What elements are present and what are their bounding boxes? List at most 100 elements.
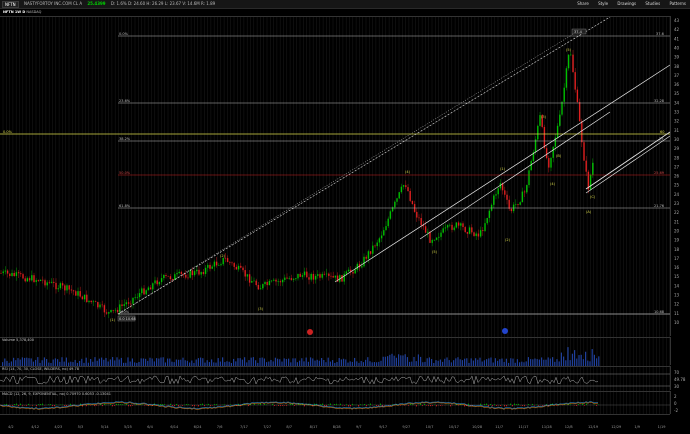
volume-value: 5,378,400 (16, 338, 34, 342)
date-label: 1/19 (658, 425, 666, 429)
drawings-button[interactable]: Drawings (617, 0, 636, 8)
wave-label: (1) (110, 318, 116, 322)
date-label: 1/9 (634, 425, 640, 429)
date-label: 11/17 (518, 425, 528, 429)
volume-axis (670, 337, 690, 365)
macd-title: MACD (12, 26, 9, EXPONENTIAL, no) 0.7097… (2, 392, 111, 396)
date-label: 4/2 (8, 425, 14, 429)
date-label: 6/14 (170, 425, 179, 429)
date-label: 10/17 (449, 425, 459, 429)
date-label: 8/28 (333, 425, 341, 429)
wave-label: (4) (405, 170, 411, 174)
fib-label-4: 61.8% (119, 204, 131, 208)
price-axis-label: 14 (674, 283, 680, 288)
price-axis-label: 32 (674, 119, 680, 124)
price-axis-label: 25 (674, 183, 680, 188)
price-axis-label: 36 (674, 82, 680, 87)
fib-label-1: 23.6% (119, 99, 131, 103)
fib-value-3: 25.69 (654, 171, 664, 175)
date-label: 6/24 (194, 425, 203, 429)
date-label: 11/7 (495, 425, 503, 429)
symbol-description: NASTYFORTOY INC.COM CL A (24, 0, 82, 8)
price-chart[interactable]: 0.0% 37.6 23.6% 32.28 38.2% 29 50.0% 25.… (0, 17, 670, 337)
price-axis-label: 34 (674, 100, 680, 105)
symbol-input[interactable]: NFTN (2, 1, 19, 8)
patterns-button[interactable]: Patterns (670, 0, 686, 8)
price-pane[interactable]: 0.0% 37.6 23.6% 32.28 38.2% 29 50.0% 25.… (0, 16, 670, 337)
horizontal-line[interactable]: 0.0% 60 (0, 130, 670, 134)
fib-value-5: 10.68 (654, 310, 664, 314)
price-axis-label: 41 (674, 36, 680, 41)
price-axis-label: 30 (674, 137, 680, 142)
price-axis-label: 22 (674, 210, 680, 215)
price-axis-label: 35 (674, 91, 680, 96)
wave-label: (B) (556, 154, 562, 158)
price-axis-label: 16 (674, 265, 680, 270)
rsi-pane[interactable]: RSI (14, 70, 30, CLOSE, WILDERS, no) 49.… (0, 366, 670, 391)
price-axis-label: 23 (674, 201, 680, 206)
date-label: 9/17 (379, 425, 387, 429)
wave-label: (C) (590, 195, 596, 199)
wave-label: (3) (258, 307, 264, 311)
date-label: 8/17 (310, 425, 318, 429)
date-label: 9/7 (356, 425, 362, 429)
macd-pane[interactable]: MACD (12, 26, 9, EXPONENTIAL, no) 0.7097… (0, 391, 670, 415)
rsi-chart (0, 367, 670, 391)
chart-toolbar: NFTN NASTYFORTOY INC.COM CL A 25.4399 D:… (0, 0, 690, 9)
price-axis-label: 31 (674, 128, 680, 133)
fib-value-0: 37.6 (656, 32, 664, 36)
price-axis-label: 24 (674, 192, 680, 197)
price-axis-label: 17 (674, 256, 680, 261)
macd-axis: 2 0 -2 (670, 391, 690, 414)
dividend-marker-icon[interactable] (502, 328, 508, 334)
price-axis-label: 39 (674, 55, 680, 60)
price-axis-label: 18 (674, 247, 680, 252)
price-axis-label: 20 (674, 228, 680, 233)
rsi-title: RSI (14, 70, 30, CLOSE, WILDERS, no) 49.… (2, 367, 79, 371)
date-label: 5/3 (78, 425, 84, 429)
price-axis-label: 40 (674, 45, 680, 50)
share-button[interactable]: Share (577, 0, 589, 8)
date-label: 12/19 (588, 425, 598, 429)
date-label: 4/23 (54, 425, 62, 429)
wave-label: (4) (550, 182, 556, 186)
price-axis-label: 19 (674, 238, 680, 243)
volume-chart (0, 338, 670, 366)
wave-label: (A) (586, 210, 592, 214)
price-axis-label: 33 (674, 110, 680, 115)
volume-pane[interactable]: Volume 5,378,400 (0, 337, 670, 366)
price-axis-label: 38 (674, 64, 680, 69)
date-label: 4/12 (31, 425, 39, 429)
fib-value-4: 21.76 (654, 204, 664, 208)
volume-title: Volume (2, 338, 15, 342)
earnings-marker-icon[interactable] (307, 329, 313, 335)
rsi-axis-70: 70 (674, 370, 680, 375)
macd-axis-mid: 0 (674, 401, 677, 406)
date-label: 11/28 (542, 425, 552, 429)
wave-label: (3) (541, 115, 547, 119)
date-label: 7/6 (217, 425, 223, 429)
price-axis-label: 10 (674, 320, 680, 325)
style-button[interactable]: Style (598, 0, 608, 8)
date-label: 8/7 (286, 425, 292, 429)
fib-label-2: 38.2% (119, 137, 131, 141)
wave-label: (1) (500, 167, 506, 171)
studies-button[interactable]: Studies (645, 0, 660, 8)
price-axis-label: 42 (674, 27, 680, 32)
date-label: 12/29 (611, 425, 621, 429)
wave-label: (5) (432, 250, 438, 254)
hline-left-label: 0.0% (3, 130, 13, 134)
last-price: 25.4399 (87, 0, 105, 8)
wave-label: (5) (566, 48, 572, 52)
hline-right-label: 60 (660, 130, 664, 134)
macd-axis-bottom: -2 (674, 408, 678, 413)
price-axis-label: 11 (674, 311, 680, 316)
price-axis[interactable]: 4342414039383736353433323130292827262524… (670, 16, 690, 336)
fib-label-3: 50.0% (119, 171, 131, 175)
chart-exchange-label: NASDAQ (26, 10, 41, 14)
rsi-axis-current: 49.78 (674, 377, 686, 382)
date-label: 5/14 (101, 425, 110, 429)
date-label: 10/7 (426, 425, 434, 429)
macd-axis-top: 2 (674, 394, 677, 399)
date-label: 9/27 (402, 425, 410, 429)
